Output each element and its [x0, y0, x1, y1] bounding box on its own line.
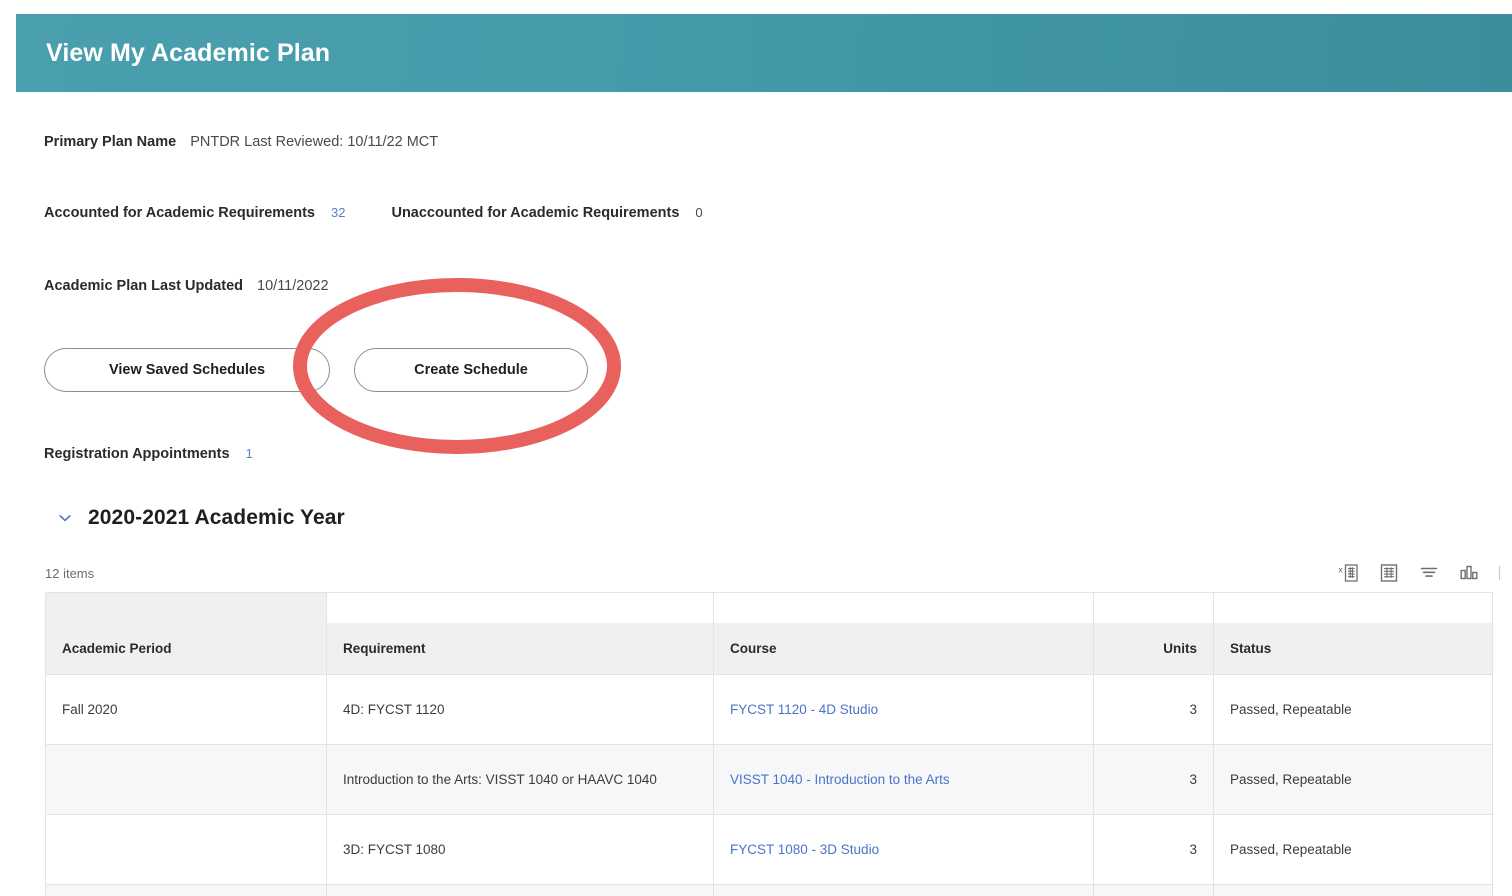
chevron-down-icon[interactable]	[58, 511, 72, 525]
create-schedule-button[interactable]: Create Schedule	[354, 348, 588, 392]
cell-units	[1093, 884, 1214, 896]
cell-requirement: Introduction to the Arts: VISST 1040 or …	[326, 744, 714, 815]
cell-course	[713, 884, 1094, 896]
cell-units: 3	[1093, 674, 1214, 745]
cell-units: 3	[1093, 814, 1214, 885]
schedule-actions: View Saved Schedules Create Schedule	[44, 348, 588, 392]
course-link[interactable]: VISST 1040 - Introduction to the Arts	[730, 772, 950, 787]
column-header-course[interactable]: Course	[713, 622, 1094, 675]
requirements-counts-row: Accounted for Academic Requirements 32 U…	[44, 205, 703, 221]
header-band-course	[713, 592, 1094, 623]
view-saved-schedules-button[interactable]: View Saved Schedules	[44, 348, 330, 392]
svg-text:x: x	[1339, 566, 1343, 575]
table-row: 3D: FYCST 1080 FYCST 1080 - 3D Studio 3 …	[45, 814, 1493, 885]
filter-icon[interactable]	[1418, 562, 1440, 584]
cell-requirement	[326, 884, 714, 896]
cell-academic-period: Fall 2020	[45, 674, 327, 745]
primary-plan-name-label: Primary Plan Name	[44, 134, 177, 150]
header-band-requirement	[326, 592, 714, 623]
grid-header-row: Academic Period Requirement Course Units…	[45, 622, 1493, 675]
academic-year-section-header[interactable]: 2020-2021 Academic Year	[58, 506, 345, 530]
grid-header-top-band	[45, 592, 1493, 623]
grid-header: Academic Period Requirement Course Units…	[45, 592, 1493, 675]
grid-body: Fall 2020 4D: FYCST 1120 FYCST 1120 - 4D…	[45, 674, 1493, 896]
academic-plan-grid: Academic Period Requirement Course Units…	[45, 592, 1493, 896]
cell-requirement: 4D: FYCST 1120	[326, 674, 714, 745]
cell-course: FYCST 1080 - 3D Studio	[713, 814, 1094, 885]
header-band-units	[1093, 592, 1214, 623]
cell-status: Passed, Repeatable	[1213, 744, 1493, 815]
grid-toolbar: x	[1338, 562, 1506, 584]
accounted-requirements-label: Accounted for Academic Requirements	[44, 205, 315, 221]
cell-status: Passed, Repeatable	[1213, 814, 1493, 885]
cell-status: Passed, Repeatable	[1213, 674, 1493, 745]
cell-course: VISST 1040 - Introduction to the Arts	[713, 744, 1094, 815]
chart-view-icon[interactable]	[1458, 562, 1480, 584]
column-header-academic-period[interactable]: Academic Period	[45, 622, 327, 675]
unaccounted-requirements-label: Unaccounted for Academic Requirements	[391, 205, 680, 221]
academic-year-title: 2020-2021 Academic Year	[88, 506, 345, 529]
registration-appointments-value[interactable]: 1	[246, 446, 253, 461]
cell-academic-period	[45, 884, 327, 896]
column-header-units[interactable]: Units	[1093, 622, 1214, 675]
academic-plan-grid-wrapper: Academic Period Requirement Course Units…	[45, 592, 1493, 896]
page-banner: View My Academic Plan	[16, 14, 1512, 92]
cell-units: 3	[1093, 744, 1214, 815]
cell-course: FYCST 1120 - 4D Studio	[713, 674, 1094, 745]
export-to-excel-icon[interactable]: x	[1338, 562, 1360, 584]
accounted-requirements-value[interactable]: 32	[331, 205, 345, 220]
table-row: Introduction to the Arts: VISST 1040 or …	[45, 744, 1493, 815]
column-header-status[interactable]: Status	[1213, 622, 1493, 675]
academic-plan-page: View My Academic Plan Primary Plan Name …	[0, 0, 1512, 896]
primary-plan-name-value: PNTDR Last Reviewed: 10/11/22 MCT	[190, 134, 439, 150]
plan-last-updated-value: 10/11/2022	[257, 278, 329, 294]
expand-grid-icon[interactable]	[1378, 562, 1400, 584]
frozen-column-header-band	[45, 592, 327, 623]
column-header-requirement[interactable]: Requirement	[326, 622, 714, 675]
cell-academic-period	[45, 744, 327, 815]
page-title: View My Academic Plan	[46, 38, 331, 67]
cell-requirement: 3D: FYCST 1080	[326, 814, 714, 885]
plan-last-updated-label: Academic Plan Last Updated	[44, 278, 244, 294]
cell-status	[1213, 884, 1493, 896]
grid-item-count: 12 items	[45, 566, 95, 581]
course-link[interactable]: FYCST 1120 - 4D Studio	[730, 702, 878, 717]
unaccounted-requirements-value: 0	[695, 205, 703, 220]
header-band-status	[1213, 592, 1493, 623]
plan-last-updated-row: Academic Plan Last Updated 10/11/2022	[44, 278, 329, 294]
course-link[interactable]: FYCST 1080 - 3D Studio	[730, 842, 879, 857]
cell-academic-period	[45, 814, 327, 885]
primary-plan-name-row: Primary Plan Name PNTDR Last Reviewed: 1…	[44, 134, 438, 150]
registration-appointments-row: Registration Appointments 1	[44, 446, 253, 462]
table-row: Fall 2020 4D: FYCST 1120 FYCST 1120 - 4D…	[45, 674, 1493, 745]
registration-appointments-label: Registration Appointments	[44, 446, 230, 462]
more-options-icon[interactable]	[1498, 562, 1506, 584]
table-row	[45, 884, 1493, 896]
